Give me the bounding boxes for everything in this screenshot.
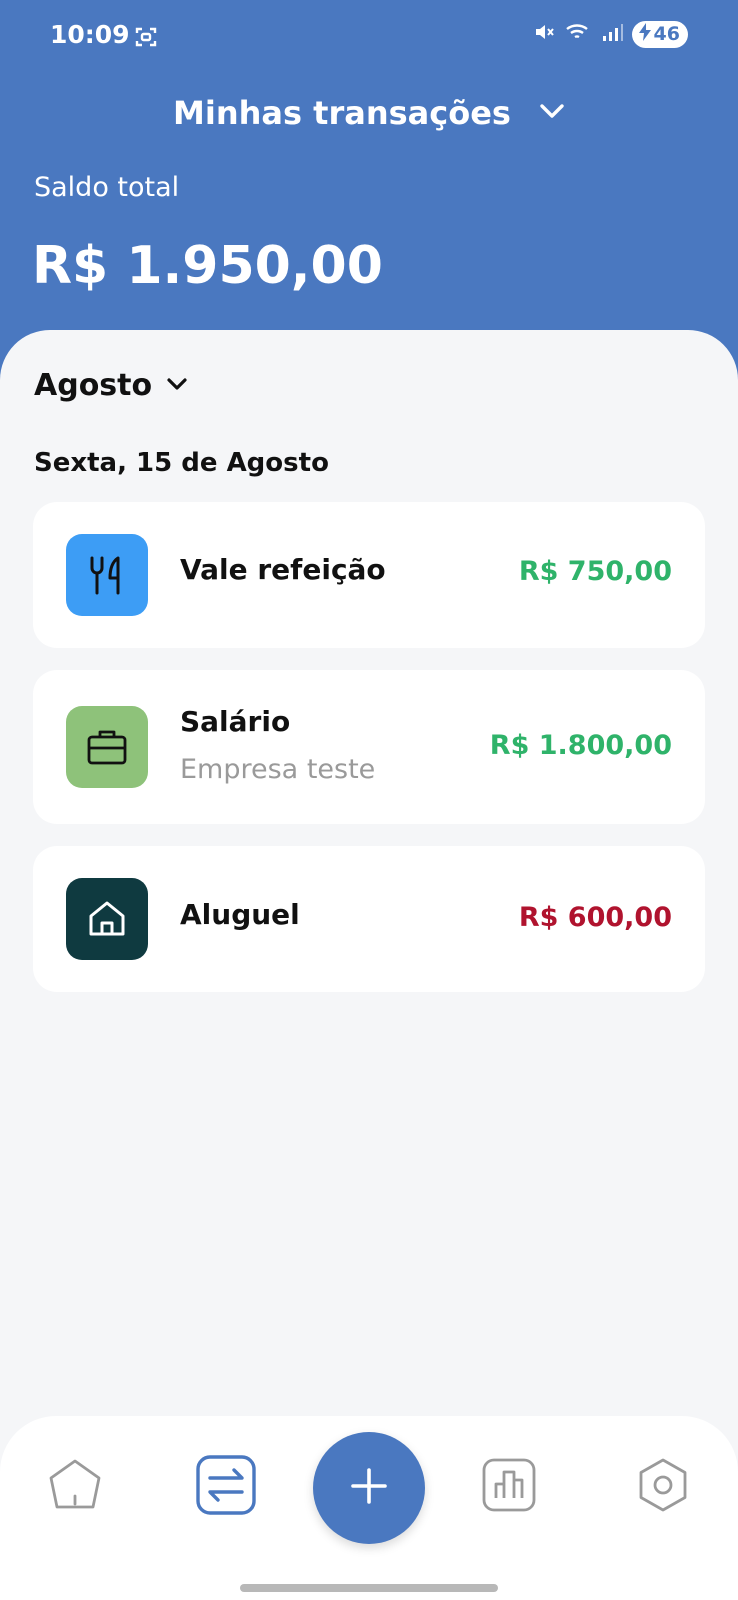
transaction-title: Aluguel — [180, 898, 300, 931]
title-selector[interactable]: Minhas transações — [0, 88, 738, 138]
nav-settings[interactable] — [632, 1456, 694, 1518]
screenshot-icon — [134, 25, 158, 49]
page-title: Minhas transações — [173, 94, 511, 132]
charging-icon — [638, 22, 652, 46]
month-label: Agosto — [34, 368, 153, 403]
mute-icon — [532, 20, 556, 48]
transaction-title: Vale refeição — [180, 553, 386, 586]
chevron-down-icon — [166, 376, 188, 395]
balance-label: Saldo total — [34, 172, 180, 203]
battery-indicator: 46 — [631, 20, 688, 48]
home-icon — [46, 1456, 104, 1518]
wifi-icon — [564, 20, 594, 48]
nav-home[interactable] — [44, 1456, 106, 1518]
transaction-subtitle: Empresa teste — [180, 754, 376, 785]
transaction-amount: R$ 600,00 — [518, 902, 672, 933]
nav-transactions[interactable] — [195, 1454, 257, 1520]
plus-icon — [349, 1466, 389, 1510]
add-transaction-button[interactable] — [313, 1432, 425, 1544]
settings-icon — [635, 1457, 691, 1517]
transaction-amount: R$ 1.800,00 — [489, 730, 672, 761]
transaction-title: Salário — [180, 705, 291, 738]
header: 10:09 46 Minhas transações Saldo total R… — [0, 0, 738, 380]
fork-knife-icon — [66, 534, 148, 616]
month-selector[interactable]: Agosto — [34, 368, 188, 403]
status-time: 10:09 — [50, 20, 130, 49]
balance-value: R$ 1.950,00 — [32, 236, 383, 296]
signal-icon — [602, 20, 624, 48]
transaction-card[interactable]: Vale refeição R$ 750,00 — [33, 502, 705, 648]
battery-level: 46 — [653, 23, 680, 45]
transaction-amount: R$ 750,00 — [518, 556, 672, 587]
transaction-card[interactable]: Salário Empresa teste R$ 1.800,00 — [33, 670, 705, 824]
briefcase-icon — [66, 706, 148, 788]
nav-reports[interactable] — [478, 1456, 540, 1518]
house-icon — [66, 878, 148, 960]
bottom-nav — [0, 1416, 738, 1600]
chevron-down-icon — [539, 103, 565, 123]
status-bar: 10:09 46 — [0, 0, 738, 72]
date-group-label: Sexta, 15 de Agosto — [34, 448, 329, 478]
status-icons: 46 — [532, 20, 688, 48]
home-indicator — [240, 1584, 498, 1592]
transactions-panel: Agosto Sexta, 15 de Agosto Vale refeição… — [0, 330, 738, 1600]
transactions-icon — [195, 1454, 257, 1520]
transaction-card[interactable]: Aluguel R$ 600,00 — [33, 846, 705, 992]
chart-icon — [481, 1457, 537, 1517]
